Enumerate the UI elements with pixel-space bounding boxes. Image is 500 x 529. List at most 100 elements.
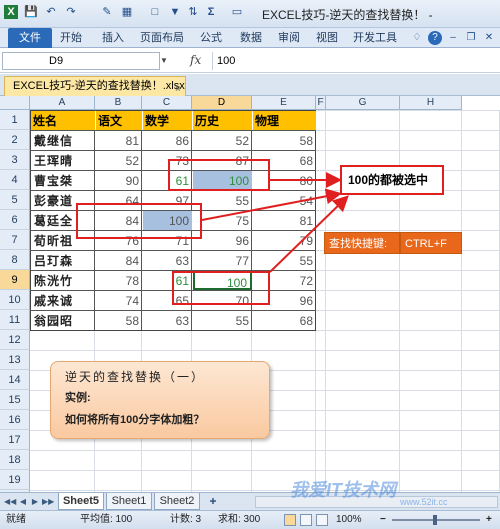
sort-icon[interactable]: ⇅ [186,5,200,19]
row-header-13[interactable]: 13 [0,350,30,370]
score-cell[interactable]: 84 [96,251,142,270]
workbook-tab[interactable]: EXCEL技巧-逆天的查找替换！.xlsx × [4,76,186,96]
zoom-level[interactable]: 100% [336,511,362,529]
name-cell[interactable]: 吕玎森 [31,251,95,270]
score-cell[interactable]: 54 [253,191,316,210]
name-cell[interactable]: 王珲晴 [31,151,95,170]
row-header-3[interactable]: 3 [0,150,30,170]
row-header-1[interactable]: 1 [0,110,30,130]
row-header-2[interactable]: 2 [0,130,30,150]
header-cell[interactable]: 数学 [143,111,192,130]
chart-icon[interactable]: ▭ [230,5,244,19]
format-painter-icon[interactable]: ✎ [100,5,114,19]
tab-view[interactable]: 视图 [312,28,342,48]
worksheet-grid[interactable]: ABCDEFGH1234567891011121314151617181920姓… [0,96,500,492]
tab-review[interactable]: 审阅 [274,28,304,48]
page-layout-view-icon[interactable] [300,514,312,526]
tab-file[interactable]: 文件 [8,28,52,48]
select-all-corner[interactable] [0,96,30,110]
zoom-slider-handle[interactable] [433,515,437,525]
score-cell[interactable]: 78 [96,271,142,290]
column-header-g[interactable]: G [326,96,400,110]
prev-sheet-icon[interactable]: ◀ [18,496,28,508]
score-cell[interactable]: 90 [96,171,142,190]
row-header-8[interactable]: 8 [0,250,30,270]
name-cell[interactable]: 翁园昭 [31,311,95,330]
last-sheet-icon[interactable]: ▶▶ [42,496,54,508]
row-header-6[interactable]: 6 [0,210,30,230]
score-cell[interactable]: 58 [253,131,316,150]
row-header-11[interactable]: 11 [0,310,30,330]
name-cell[interactable]: 陈洸竹 [31,271,95,290]
tab-insert[interactable]: 插入 [98,28,128,48]
zoom-in-icon[interactable]: + [486,511,492,529]
next-sheet-icon[interactable]: ▶ [30,496,40,508]
column-header-a[interactable]: A [30,96,95,110]
first-sheet-icon[interactable]: ◀◀ [4,496,16,508]
score-cell[interactable]: 86 [143,131,192,150]
score-cell[interactable]: 77 [193,251,252,270]
row-header-16[interactable]: 16 [0,410,30,430]
tab-page-layout[interactable]: 页面布局 [138,28,186,48]
window-restore-icon[interactable]: ❐ [464,31,478,45]
sheet-tab-sheet2[interactable]: Sheet2 [154,493,200,510]
row-header-17[interactable]: 17 [0,430,30,450]
sum-icon[interactable]: Σ [204,5,218,19]
sheet-tab-sheet5[interactable]: Sheet5 [58,493,104,510]
row-header-4[interactable]: 4 [0,170,30,190]
row-header-18[interactable]: 18 [0,450,30,470]
insert-function-icon[interactable]: fx [190,53,201,67]
minimize-ribbon-icon[interactable]: ♢ [410,31,424,45]
name-box-dropdown-icon[interactable]: ▼ [160,56,168,65]
print-preview-icon[interactable]: □ [148,5,162,19]
score-cell[interactable]: 63 [143,311,192,330]
score-cell[interactable]: 68 [253,311,316,330]
tab-home[interactable]: 开始 [56,28,86,48]
column-header-b[interactable]: B [95,96,142,110]
name-cell[interactable]: 戴继信 [31,131,95,150]
score-cell[interactable]: 63 [143,251,192,270]
row-header-7[interactable]: 7 [0,230,30,250]
header-cell[interactable]: 历史 [193,111,252,130]
undo-icon[interactable]: ↶ [44,5,58,19]
row-header-10[interactable]: 10 [0,290,30,310]
row-header-9[interactable]: 9 [0,270,30,290]
window-minimize-icon[interactable]: – [446,31,460,45]
column-header-h[interactable]: H [400,96,462,110]
tab-developer[interactable]: 开发工具 [350,28,400,48]
sheet-tab-sheet1[interactable]: Sheet1 [106,493,152,510]
header-cell[interactable]: 姓名 [31,111,95,130]
header-cell[interactable]: 物理 [253,111,316,130]
column-header-e[interactable]: E [252,96,316,110]
help-icon[interactable]: ? [428,31,442,45]
name-cell[interactable]: 曹宝桀 [31,171,95,190]
score-cell[interactable]: 52 [96,151,142,170]
save-icon[interactable]: 💾 [24,5,38,19]
score-cell[interactable]: 52 [193,131,252,150]
tab-formulas[interactable]: 公式 [196,28,226,48]
name-box[interactable]: D9 [2,52,160,70]
row-header-19[interactable]: 19 [0,470,30,490]
normal-view-icon[interactable] [284,514,296,526]
table-icon[interactable]: ▦ [120,5,134,19]
zoom-out-icon[interactable]: − [380,511,386,529]
row-header-12[interactable]: 12 [0,330,30,350]
page-break-view-icon[interactable] [316,514,328,526]
score-cell[interactable]: 55 [253,251,316,270]
score-cell[interactable]: 81 [96,131,142,150]
score-cell[interactable]: 74 [96,291,142,310]
row-header-15[interactable]: 15 [0,390,30,410]
column-header-d[interactable]: D [192,96,252,110]
column-header-c[interactable]: C [142,96,192,110]
header-cell[interactable]: 语文 [96,111,142,130]
insert-sheet-icon[interactable]: ✚ [208,496,218,508]
row-header-14[interactable]: 14 [0,370,30,390]
redo-icon[interactable]: ↷ [64,5,78,19]
excel-logo-icon[interactable]: X [4,5,18,19]
window-close-icon[interactable]: ✕ [482,31,496,45]
filter-icon[interactable]: ▼ [168,5,182,19]
score-cell[interactable]: 55 [193,311,252,330]
column-header-f[interactable]: F [316,96,326,110]
score-cell[interactable]: 79 [253,231,316,250]
score-cell[interactable]: 58 [96,311,142,330]
